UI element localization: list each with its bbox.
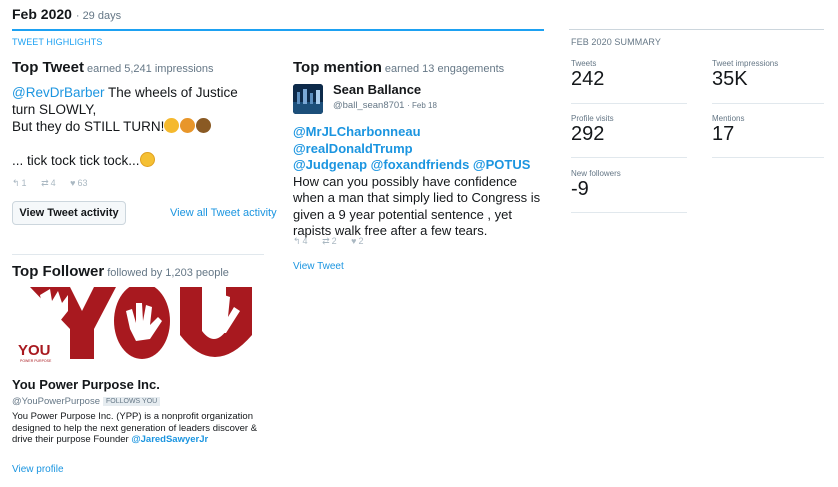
follower-bio-mention-link[interactable]: @JaredSawyerJr [131,434,208,445]
stat-profile-visits: Profile visits 292 [571,114,614,146]
retweet-icon: ⇄ [322,236,330,246]
top-tweet-text-3: ... tick tock tick tock... [12,153,140,168]
top-tweet-mention-link[interactable]: @RevDrBarber [12,85,104,100]
like-action[interactable]: ♥ 63 [70,178,87,188]
stat-mentions-value: 17 [712,123,735,145]
stat-profile-visits-value: 292 [571,123,605,145]
mention-like-action[interactable]: ♥ 2 [351,236,363,246]
banner-tagline: POWER PURPOSE [20,359,52,363]
follows-you-badge: FOLLOWS YOU [103,397,161,406]
raised-hands-emoji [180,118,196,133]
stat-tweets: Tweets 242 [571,59,604,91]
summary-divider [569,29,824,30]
follower-bio: You Power Purpose Inc. (YPP) is a nonpro… [12,411,268,446]
retweet-count: 4 [50,178,56,188]
month-header: Feb 2020 · 29 days [12,6,122,22]
mention-user-meta: @ball_sean8701 · Feb 18 [333,100,437,111]
reply-count: 1 [21,178,27,188]
mention-links-line-2[interactable]: @Judgenap @foxandfriends @POTUS [293,157,543,174]
top-mention-subtitle: earned 13 engagements [384,63,505,75]
view-tweet-activity-button[interactable]: View Tweet activity [12,201,126,225]
view-profile-link[interactable]: View profile [12,464,64,475]
month-title: Feb 2020 [12,6,72,22]
top-mention-body: @MrJLCharbonneau @realDonaldTrump @Judge… [293,124,543,240]
top-tweet-text-2: But they do STILL TURN! [12,119,165,134]
top-mention-actions: ↰ 4 ⇄ 2 ♥ 2 [293,236,376,247]
follower-name[interactable]: You Power Purpose Inc. [12,377,160,392]
top-mention-text: How can you possibly have confidence whe… [293,173,541,239]
top-follower-banner: YOU POWER PURPOSE [12,287,264,367]
reply-action[interactable]: ↰ 1 [12,178,27,188]
stat-new-followers: New followers -9 [571,169,621,201]
mention-retweet-action[interactable]: ⇄ 2 [322,236,337,246]
reply-icon: ↰ [293,236,301,246]
clapping-hands-emoji [164,118,180,133]
section-divider [12,254,264,255]
stat-tweets-value: 242 [571,68,605,90]
mention-like-count: 2 [358,236,364,246]
stat-impressions-label: Tweet impressions [712,59,779,68]
mention-user-handle: @ball_sean8701 [333,100,405,111]
follower-handle: @YouPowerPurpose [12,396,100,407]
top-follower-subtitle: followed by 1,203 people [107,267,229,279]
top-tweet-heading: Top Tweet earned 5,241 impressions [12,59,214,76]
mention-date: Feb 18 [411,101,437,110]
mention-links-line-1[interactable]: @MrJLCharbonneau @realDonaldTrump [293,124,543,157]
you-power-purpose-logo: YOU POWER PURPOSE [18,287,252,363]
top-tweet-actions: ↰ 1 ⇄ 4 ♥ 63 [12,178,100,189]
tweet-highlights-label: TWEET HIGHLIGHTS [12,37,103,47]
follower-handle-row: @YouPowerPurpose FOLLOWS YOU [12,396,161,407]
retweet-action[interactable]: ⇄ 4 [41,178,56,188]
stat-mentions-label: Mentions [712,114,745,123]
top-follower-heading: Top Follower followed by 1,203 people [12,263,229,280]
top-tweet-subtitle: earned 5,241 impressions [86,63,214,75]
month-days: 29 days [82,10,122,22]
stat-new-followers-label: New followers [571,169,621,178]
like-count: 63 [77,178,88,188]
stat-profile-visits-label: Profile visits [571,114,614,123]
reply-icon: ↰ [12,178,20,188]
stat-new-followers-value: -9 [571,178,589,200]
view-all-tweet-activity-link[interactable]: View all Tweet activity [170,207,277,219]
stat-impressions-value: 35K [712,68,748,90]
mention-retweet-count: 2 [331,236,337,246]
winking-face-emoji [139,152,155,167]
stat-tweets-label: Tweets [571,59,597,68]
banner-you-text: YOU [18,342,51,359]
stat-mentions: Mentions 17 [712,114,744,146]
highlights-divider [12,29,544,31]
top-mention-heading: Top mention earned 13 engagements [293,59,504,76]
retweet-icon: ⇄ [41,178,49,188]
heart-icon: ♥ [70,178,76,188]
mention-reply-count: 4 [302,236,308,246]
top-follower-title: Top Follower [12,263,105,280]
view-tweet-link[interactable]: View Tweet [293,261,344,272]
stat-impressions: Tweet impressions 35K [712,59,778,91]
mention-user-name[interactable]: Sean Ballance [333,82,421,97]
heart-icon: ♥ [351,236,357,246]
judge-emoji [196,118,212,133]
top-tweet-body: @RevDrBarber The wheels of Justice turn … [12,84,264,169]
top-tweet-title: Top Tweet [12,59,84,76]
mention-user-avatar[interactable] [293,84,323,114]
top-mention-title: Top mention [293,59,382,76]
summary-label: FEB 2020 SUMMARY [571,37,661,47]
mention-reply-action[interactable]: ↰ 4 [293,236,308,246]
